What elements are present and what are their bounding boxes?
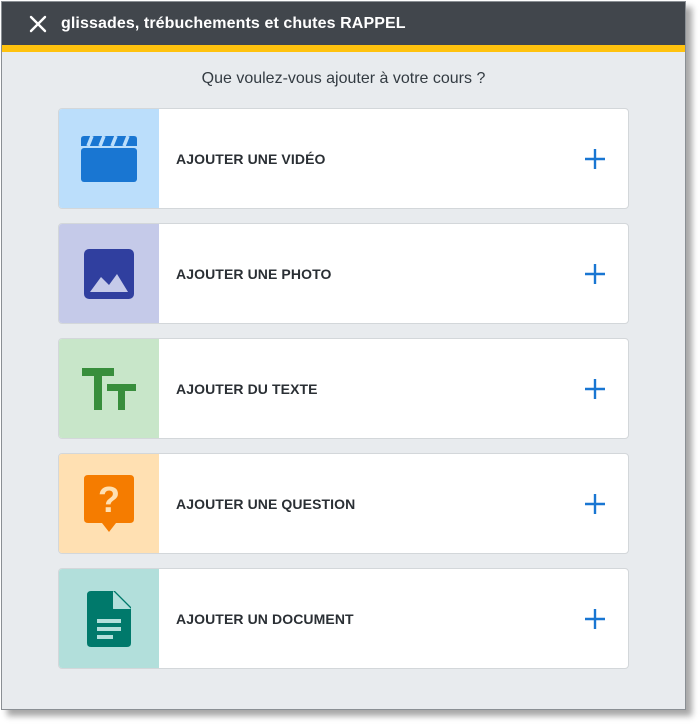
image-icon [84, 248, 134, 299]
close-icon [29, 15, 47, 32]
plus-icon [583, 147, 607, 171]
close-button[interactable] [26, 12, 50, 36]
question-bubble-icon: ? [84, 474, 134, 532]
dialog-header: glissades, trébuchements et chutes RAPPE… [2, 2, 685, 52]
text-size-icon [82, 367, 136, 410]
option-label: AJOUTER UNE QUESTION [176, 495, 356, 512]
plus-icon [583, 377, 607, 401]
question-icon-tile: ? [59, 454, 159, 553]
dialog-title: glissades, trébuchements et chutes RAPPE… [61, 14, 406, 32]
add-text-option[interactable]: AJOUTER DU TEXTE [58, 338, 629, 439]
add-question-option[interactable]: ? AJOUTER UNE QUESTION [58, 453, 629, 554]
add-photo-option[interactable]: AJOUTER UNE PHOTO [58, 223, 629, 324]
text-icon-tile [59, 339, 159, 438]
option-label: AJOUTER UNE VIDÉO [176, 150, 326, 167]
photo-icon-tile [59, 224, 159, 323]
plus-icon [583, 262, 607, 286]
add-content-dialog: glissades, trébuchements et chutes RAPPE… [1, 1, 686, 710]
document-icon-tile [59, 569, 159, 668]
prompt-text: Que voulez-vous ajouter à votre cours ? [201, 70, 486, 87]
video-icon-tile [59, 109, 159, 208]
add-video-option[interactable]: AJOUTER UNE VIDÉO [58, 108, 629, 209]
option-list: AJOUTER UNE VIDÉO AJOUTER UNE PHOTO AJOU… [58, 108, 629, 683]
plus-icon [583, 492, 607, 516]
option-label: AJOUTER DU TEXTE [176, 380, 318, 397]
svg-text:?: ? [98, 479, 120, 520]
option-label: AJOUTER UN DOCUMENT [176, 610, 354, 627]
video-clapper-icon [81, 134, 137, 182]
plus-icon [583, 607, 607, 631]
document-icon [87, 590, 131, 647]
option-label: AJOUTER UNE PHOTO [176, 265, 332, 282]
add-document-option[interactable]: AJOUTER UN DOCUMENT [58, 568, 629, 669]
